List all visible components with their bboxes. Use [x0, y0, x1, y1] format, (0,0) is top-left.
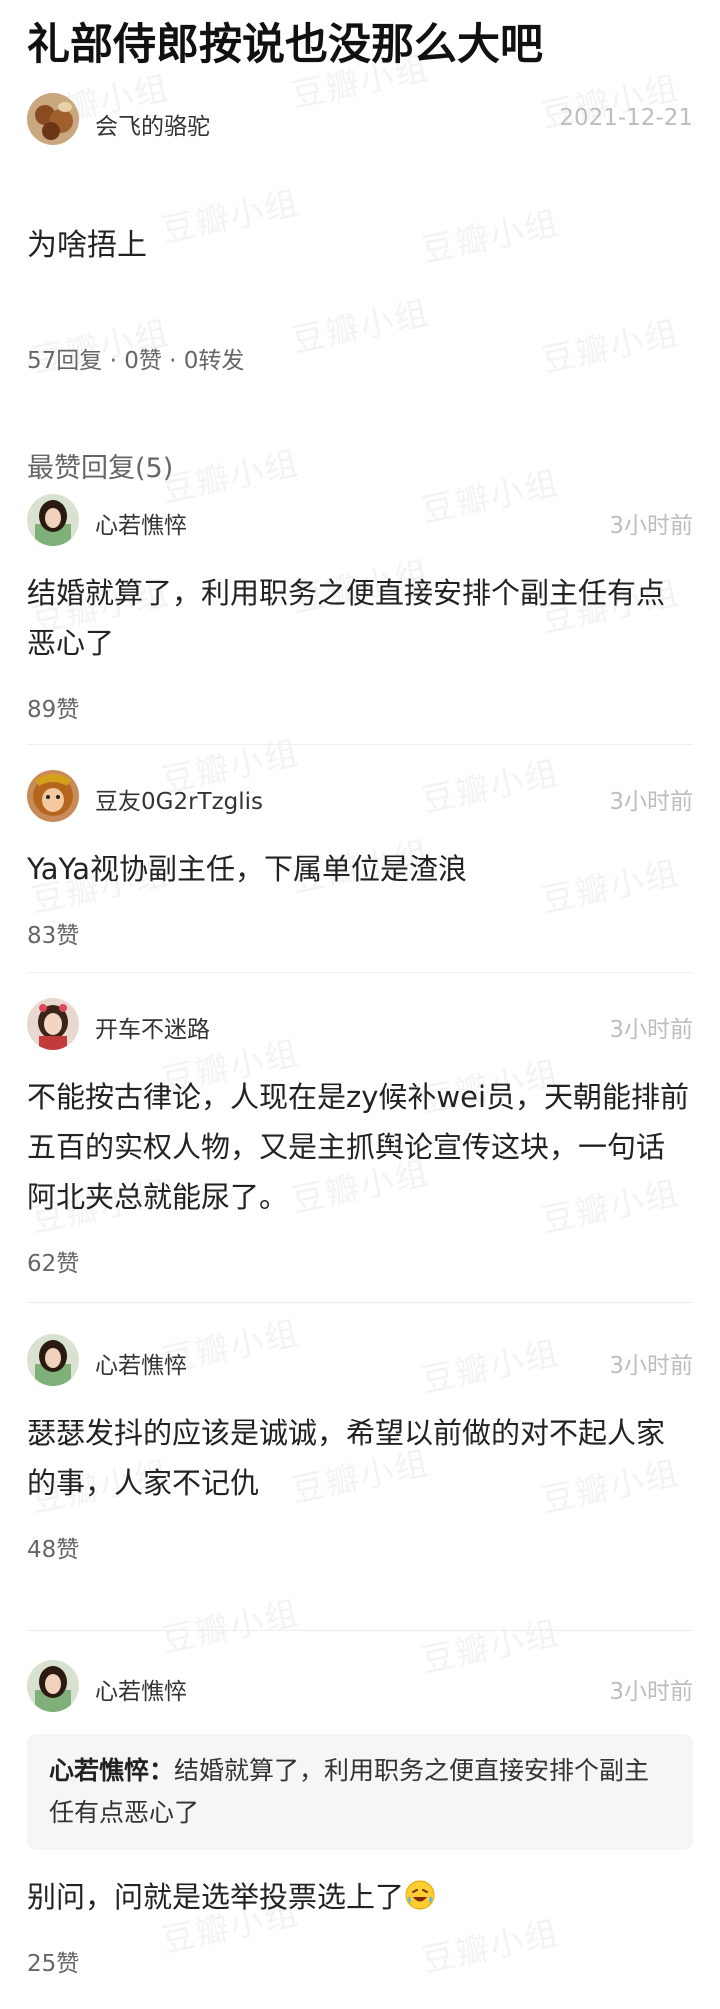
post-title: 礼部侍郎按说也没那么大吧 [27, 20, 543, 70]
commenter-avatar[interactable] [27, 494, 79, 546]
comment-text: 不能按古律论，人现在是zy候补wei员，天朝能排前五百的实权人物，又是主抓舆论宣… [27, 1080, 690, 1214]
top-replies-header: 最赞回复(5) [27, 453, 174, 484]
comment: 心若憔悴 3小时前 瑟瑟发抖的应该是诚诚，希望以前做的对不起人家的事，人家不记仇… [27, 1334, 693, 1564]
comment-text: 结婚就算了，利用职务之便直接安排个副主任有点恶心了 [27, 576, 666, 660]
post-stats: 57回复 · 0赞 · 0转发 [27, 348, 245, 374]
divider [27, 744, 693, 745]
comment-likes[interactable]: 25赞 [27, 1944, 693, 1978]
comment-time: 3小时前 [609, 1679, 693, 1705]
comment-time: 3小时前 [609, 1017, 693, 1043]
comment: 开车不迷路 3小时前 不能按古律论，人现在是zy候补wei员，天朝能排前五百的实… [27, 998, 693, 1278]
watermark: 豆瓣小组 [537, 312, 684, 381]
author-name[interactable]: 会飞的骆驼 [95, 107, 210, 141]
commenter-name[interactable]: 心若憔悴 [95, 506, 187, 540]
comment-time: 3小时前 [609, 513, 693, 539]
comment: 豆友0G2rTzglis 3小时前 YaYa视协副主任，下属单位是渣浪 83赞 [27, 770, 693, 950]
commenter-name[interactable]: 豆友0G2rTzglis [95, 782, 263, 816]
post-date: 2021-12-21 [559, 105, 693, 131]
watermark: 豆瓣小组 [417, 202, 564, 271]
comment-text: YaYa视协副主任，下属单位是渣浪 [27, 852, 467, 886]
watermark: 豆瓣小组 [287, 292, 434, 361]
comment-text-body: 别问，问就是选举投票选上了 [27, 1880, 405, 1914]
watermark: 豆瓣小组 [157, 1592, 304, 1661]
comment: 心若憔悴 3小时前 心若憔悴：结婚就算了，利用职务之便直接安排个副主任有点恶心了… [27, 1660, 693, 1978]
divider [27, 972, 693, 973]
author-avatar[interactable] [27, 93, 79, 145]
comment-likes[interactable]: 62赞 [27, 1244, 693, 1278]
divider [27, 1630, 693, 1631]
divider [27, 1302, 693, 1303]
comment-likes[interactable]: 83赞 [27, 916, 693, 950]
commenter-avatar[interactable] [27, 998, 79, 1050]
comment-text: 别问，问就是选举投票选上了 [27, 1872, 693, 1922]
quoted-author: 心若憔悴： [49, 1756, 175, 1785]
comment: 心若憔悴 3小时前 结婚就算了，利用职务之便直接安排个副主任有点恶心了 89赞 [27, 494, 693, 724]
watermark: 豆瓣小组 [157, 182, 304, 251]
post-body: 为啥捂上 [27, 228, 147, 263]
commenter-avatar[interactable] [27, 1660, 79, 1712]
quoted-reply[interactable]: 心若憔悴：结婚就算了，利用职务之便直接安排个副主任有点恶心了 [27, 1734, 693, 1850]
author-row: 会飞的骆驼 2021-12-21 [27, 93, 693, 145]
post-page: 豆瓣小组 豆瓣小组 豆瓣小组 豆瓣小组 豆瓣小组 豆瓣小组 豆瓣小组 豆瓣小组 豆瓣小组 豆瓣小组… [0, 0, 720, 2009]
laughing-crying-emoji-icon [404, 1876, 436, 1910]
comment-likes[interactable]: 89赞 [27, 690, 693, 724]
commenter-avatar[interactable] [27, 770, 79, 822]
comment-likes[interactable]: 48赞 [27, 1530, 693, 1564]
commenter-avatar[interactable] [27, 1334, 79, 1386]
comment-time: 3小时前 [609, 1353, 693, 1379]
comment-time: 3小时前 [609, 789, 693, 815]
commenter-name[interactable]: 开车不迷路 [95, 1010, 210, 1044]
commenter-name[interactable]: 心若憔悴 [95, 1346, 187, 1380]
commenter-name[interactable]: 心若憔悴 [95, 1672, 187, 1706]
comment-text: 瑟瑟发抖的应该是诚诚，希望以前做的对不起人家的事，人家不记仇 [27, 1416, 666, 1500]
